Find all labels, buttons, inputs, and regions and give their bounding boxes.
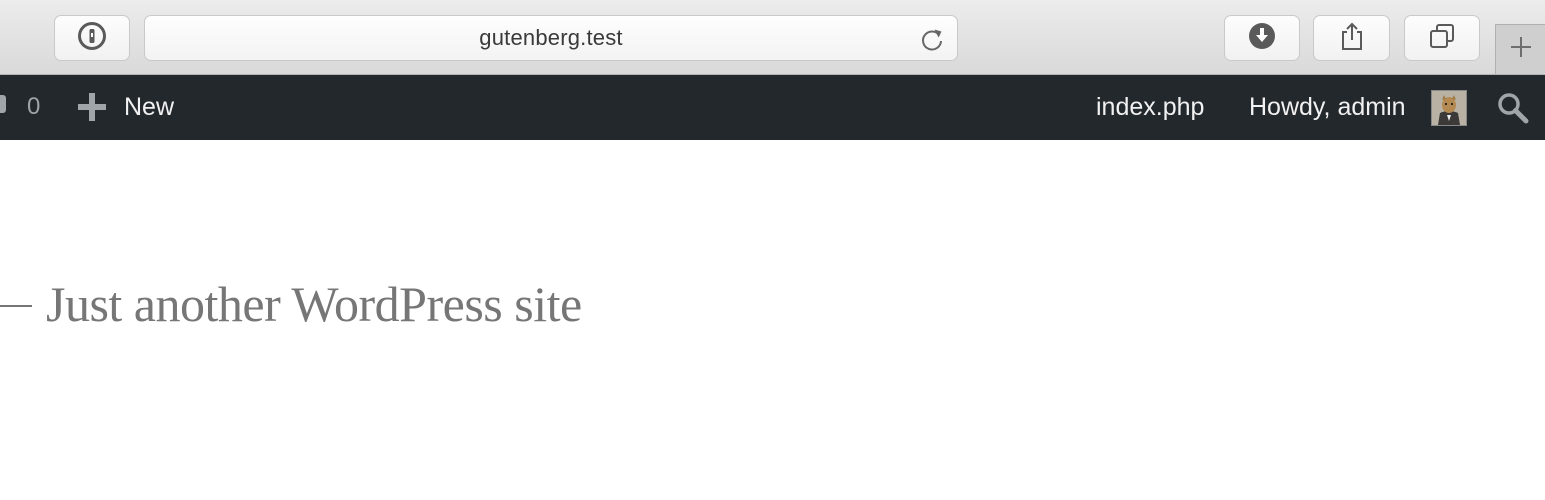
new-tab-button[interactable] [1495, 24, 1545, 74]
password-manager-button[interactable] [54, 15, 130, 61]
tab-overview-button[interactable] [1404, 15, 1480, 61]
page-file-link[interactable]: index.php [1096, 93, 1204, 122]
comments-icon[interactable] [0, 95, 6, 113]
plus-icon [78, 93, 106, 121]
account-greeting[interactable]: Howdy, admin [1249, 93, 1406, 122]
new-content-label: New [124, 92, 175, 121]
address-url: gutenberg.test [479, 25, 623, 50]
avatar[interactable] [1431, 90, 1467, 126]
browser-toolbar: gutenberg.test [0, 0, 1545, 75]
share-icon [1339, 21, 1365, 56]
wp-admin-bar: 0 New index.php Howdy, admin [0, 75, 1545, 140]
tagline-dash [0, 304, 32, 307]
site-description: Just another WordPress site [0, 275, 582, 333]
tab-overview-icon [1428, 22, 1456, 55]
download-icon [1248, 22, 1276, 55]
plus-icon [1510, 36, 1532, 63]
1password-icon [77, 21, 107, 56]
comments-count[interactable]: 0 [27, 93, 40, 121]
new-content-menu[interactable]: New [78, 89, 174, 125]
browser-window: gutenberg.test 0 New index.php Howdy, ad… [0, 0, 1545, 500]
site-tagline: Just another WordPress site [46, 276, 582, 332]
downloads-button[interactable] [1224, 15, 1300, 61]
address-bar[interactable]: gutenberg.test [144, 15, 958, 61]
share-button[interactable] [1313, 15, 1390, 61]
search-icon[interactable] [1497, 92, 1529, 124]
reload-icon[interactable] [917, 24, 947, 54]
